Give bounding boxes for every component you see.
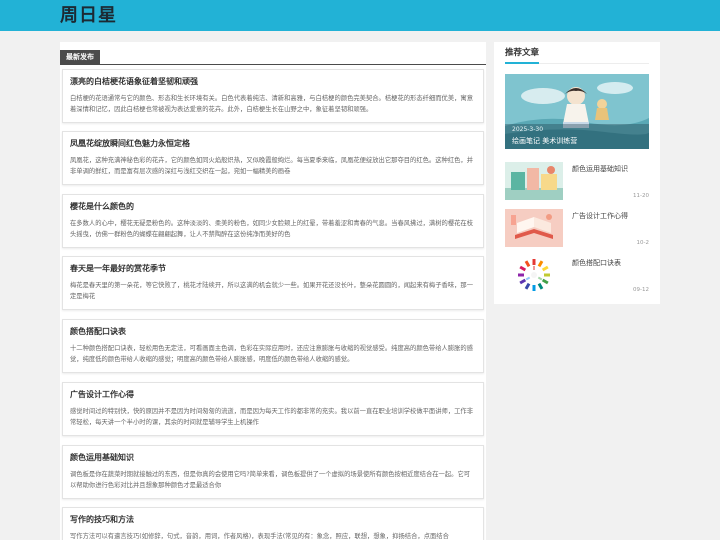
article-title[interactable]: 颜色搭配口诀表	[70, 326, 476, 338]
article-card[interactable]: 樱花是什么颜色的 在多数人的心中，樱花无疑是粉色的。这种淡淡的、柔美的粉色，如同…	[62, 194, 484, 248]
article-title[interactable]: 漂亮的白桔梗花语象征着坚韧和顽强	[70, 76, 476, 88]
featured-date: 2025-3-30	[512, 126, 544, 133]
latest-articles-panel: 最新发布 漂亮的白桔梗花语象征着坚韧和顽强 白桔梗的花语通常与它的颜色、形态和生…	[60, 42, 486, 540]
site-title[interactable]: 周日星	[60, 4, 117, 28]
article-title[interactable]: 颜色运用基础知识	[70, 452, 476, 464]
article-summary: 梅花是春天里的第一朵花，等它快败了，桃花才陆续开，所以这满的机会就少一些。如果开…	[70, 282, 473, 300]
sidebar-title: 推荐文章	[505, 48, 540, 58]
featured-article[interactable]: 2025-3-30 绘画笔记 美术训练营	[505, 74, 649, 149]
palette-illustration-icon[interactable]	[505, 162, 563, 200]
article-card[interactable]: 颜色搭配口诀表 十二种颜色搭配口诀表，轻松用色无定法，可看画面主色调，色彩在实际…	[62, 319, 484, 373]
article-title[interactable]: 樱花是什么颜色的	[70, 201, 476, 213]
recommended-item-title[interactable]: 颜色运用基础知识	[572, 164, 628, 174]
article-summary: 十二种颜色搭配口诀表，轻松用色无定法，可看画面主色调，色彩在实际应用时，还应注意…	[70, 345, 473, 363]
article-card[interactable]: 写作的技巧和方法 写作方法可以有遣言技巧(如修辞，句式，音韵，用词，作者风格)，…	[62, 507, 484, 540]
article-summary: 写作方法可以有遣言技巧(如修辞，句式，音韵，用词，作者风格)，表现手法(常见的有…	[70, 533, 449, 540]
recommended-item-date: 10-2	[636, 240, 649, 246]
article-title[interactable]: 凤凰花绽放瞬间红色魅力永恒定格	[70, 138, 476, 150]
recommended-item-date: 09-12	[633, 287, 649, 293]
color-wheel-illustration-icon[interactable]	[505, 256, 563, 294]
article-card[interactable]: 漂亮的白桔梗花语象征着坚韧和顽强 白桔梗的花语通常与它的颜色、形态和生长环境有关…	[62, 69, 484, 123]
article-summary: 感觉时间过的特别快，快的原因并不是因为时间匆匆的流逝，而是因为每天工作的都非常的…	[70, 408, 473, 426]
article-card[interactable]: 广告设计工作心得 感觉时间过的特别快，快的原因并不是因为时间匆匆的流逝，而是因为…	[62, 382, 484, 436]
article-card[interactable]: 颜色运用基础知识 调色板是你在蔬菜时期就接触过的东西，但是你真的会使用它吗?简单…	[62, 445, 484, 499]
recommended-item[interactable]: 广告设计工作心得 10-2	[505, 209, 649, 247]
sidebar-title-underline	[505, 62, 539, 64]
article-card[interactable]: 凤凰花绽放瞬间红色魅力永恒定格 凤凰花，这种充满神秘色彩的花卉，它的颜色如同火焰…	[62, 131, 484, 185]
article-summary: 调色板是你在蔬菜时期就接触过的东西，但是你真的会使用它吗?简单来看，调色板提供了…	[70, 471, 471, 489]
recommended-item[interactable]: 颜色搭配口诀表 09-12	[505, 256, 649, 294]
recommended-item-title[interactable]: 广告设计工作心得	[572, 211, 628, 221]
section-label: 最新发布	[60, 50, 100, 64]
open-book-illustration-icon[interactable]	[505, 209, 563, 247]
article-title[interactable]: 广告设计工作心得	[70, 389, 476, 401]
site-header: 周日星	[0, 0, 720, 31]
featured-title[interactable]: 绘画笔记 美术训练营	[512, 136, 577, 146]
article-summary: 凤凰花，这种充满神秘色彩的花卉，它的颜色如同火焰般炽热，又似晚霞般绚烂。每当夏季…	[70, 157, 473, 175]
article-summary: 白桔梗的花语通常与它的颜色、形态和生长环境有关。白色代表着纯洁、清新和高雅，与白…	[70, 95, 473, 113]
recommended-item-title[interactable]: 颜色搭配口诀表	[572, 258, 621, 268]
article-summary: 在多数人的心中，樱花无疑是粉色的。这种淡淡的、柔美的粉色，如同少女脸颊上的红晕，…	[70, 220, 473, 238]
article-card[interactable]: 春天是一年最好的赏花季节 梅花是春天里的第一朵花，等它快败了，桃花才陆续开，所以…	[62, 256, 484, 310]
recommended-item-date: 11-20	[633, 193, 649, 199]
recommended-item[interactable]: 颜色运用基础知识 11-20	[505, 162, 649, 200]
section-divider	[60, 64, 486, 65]
recommended-panel: 推荐文章 2025-3-30 绘画笔记 美术训练营 颜色运用基础知识 11-20…	[494, 42, 660, 304]
article-title[interactable]: 写作的技巧和方法	[70, 514, 476, 526]
article-title[interactable]: 春天是一年最好的赏花季节	[70, 263, 476, 275]
